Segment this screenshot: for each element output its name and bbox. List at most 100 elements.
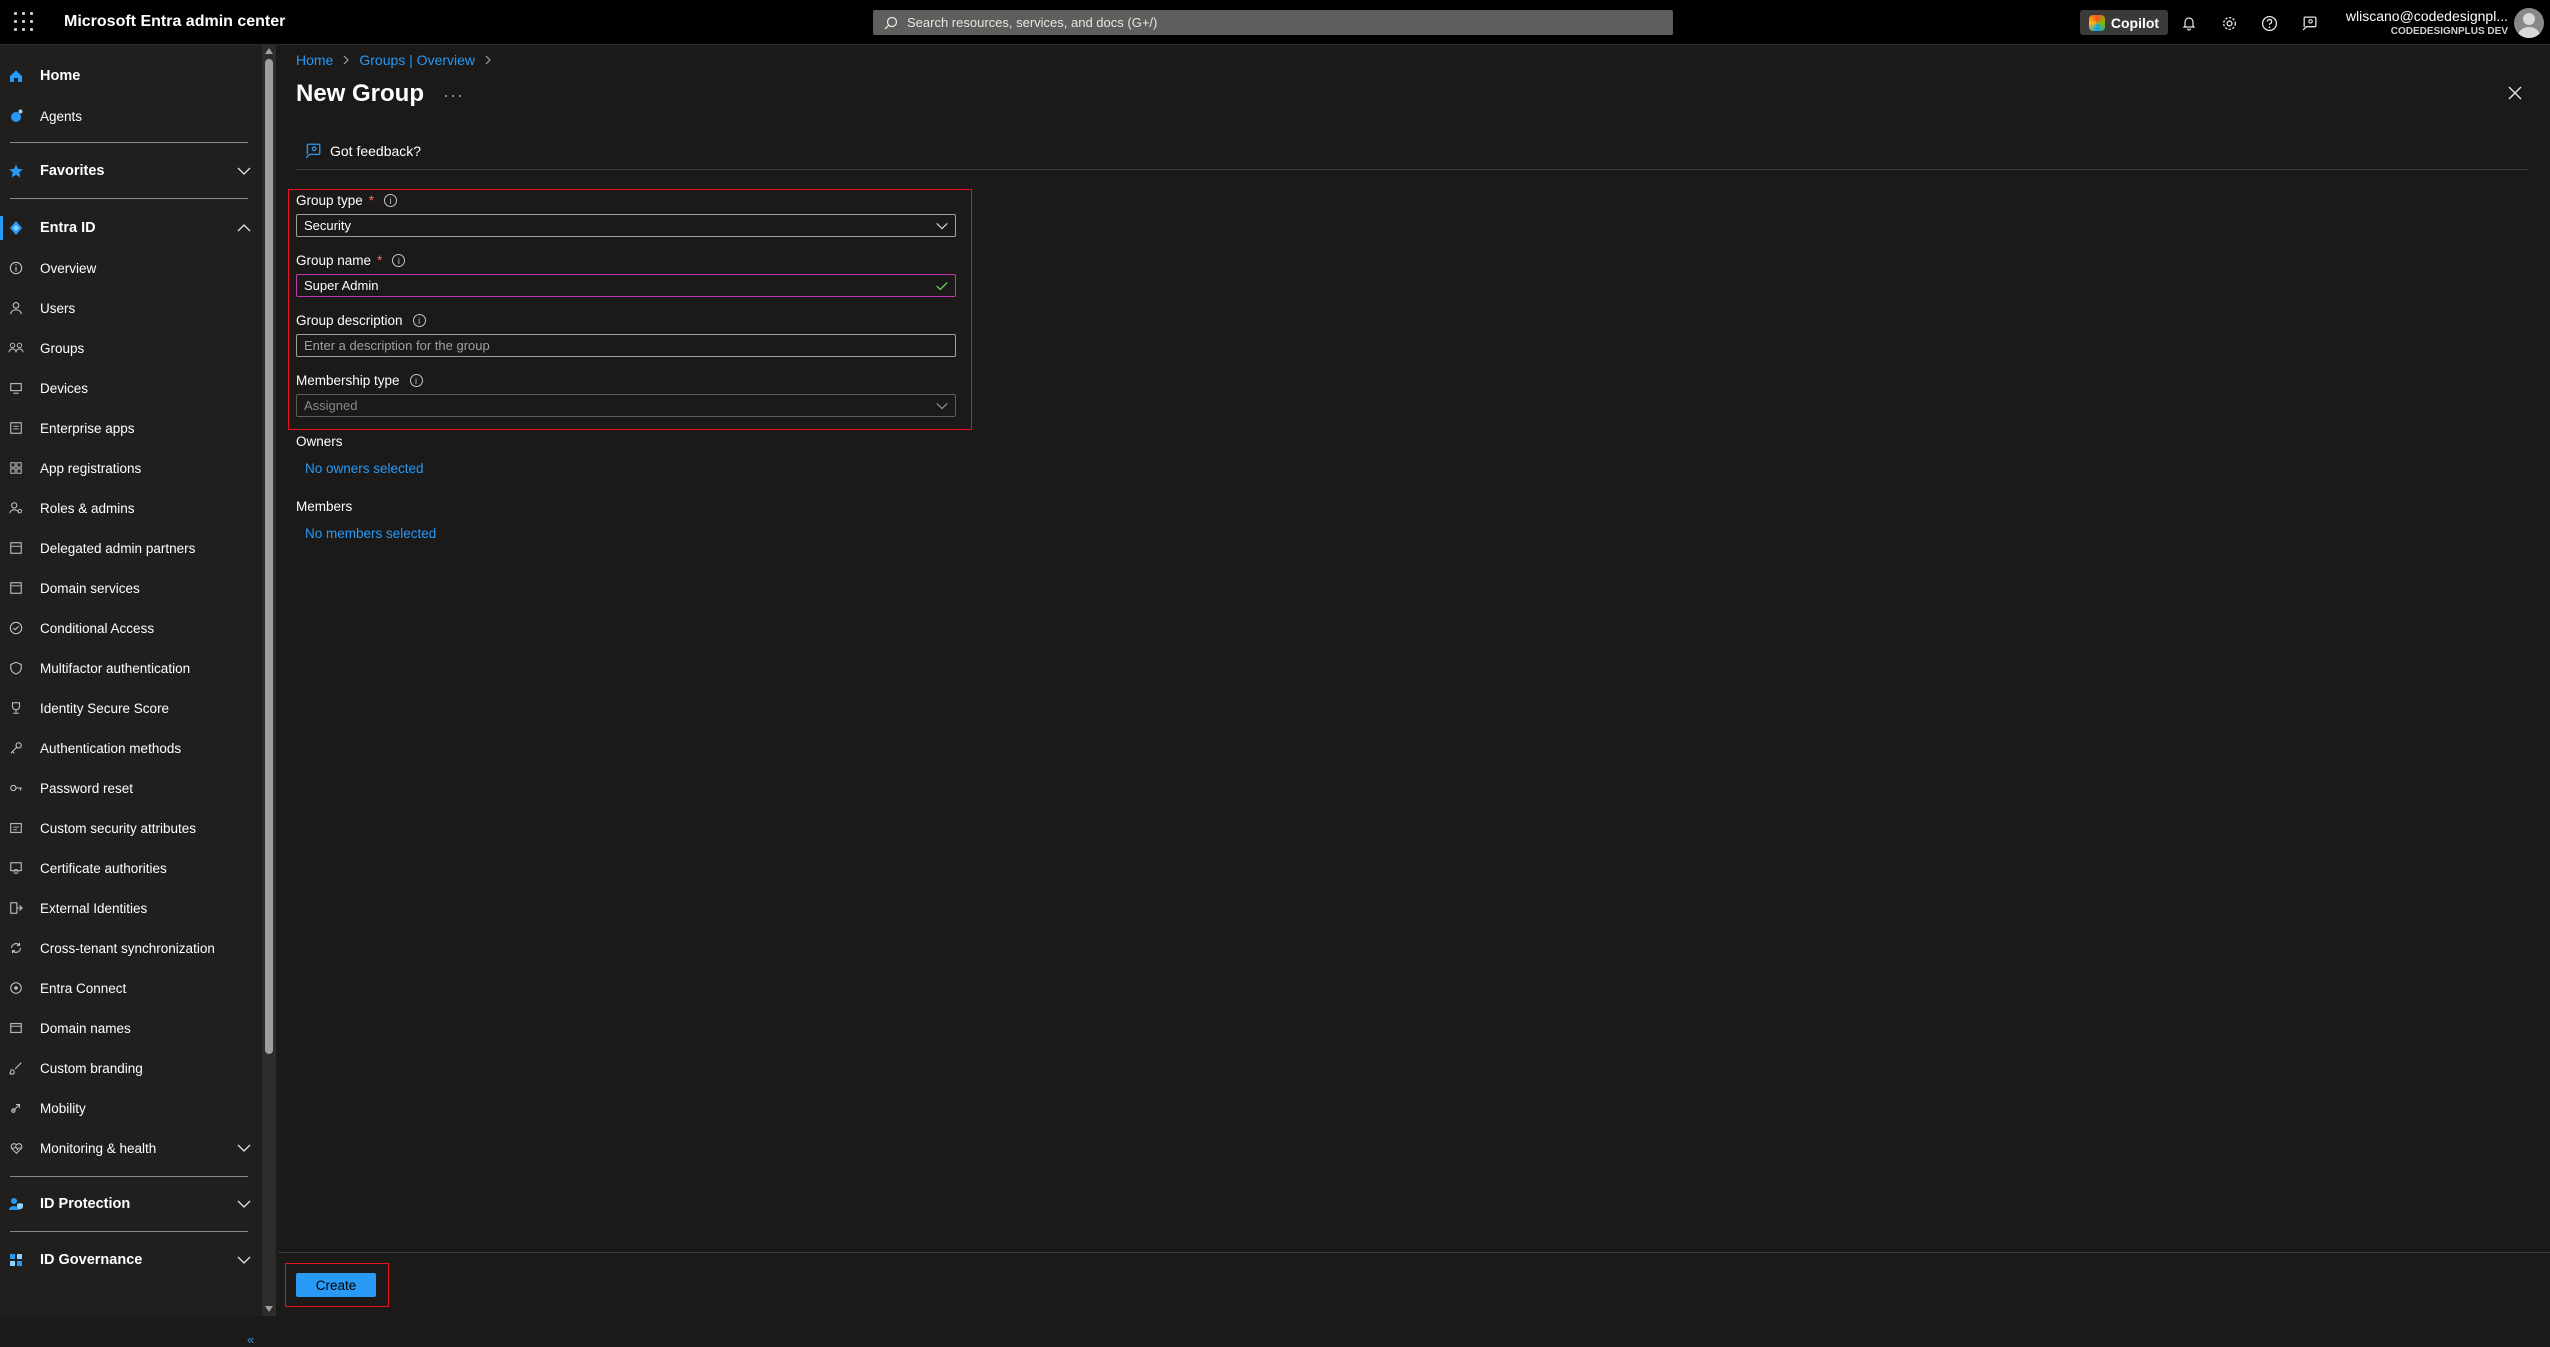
chevron-down-icon — [936, 222, 948, 230]
scrollbar-thumb[interactable] — [265, 59, 273, 1054]
sidebar-item-agents[interactable]: Agents — [0, 98, 262, 134]
sidebar-item-devices[interactable]: Devices — [0, 370, 262, 406]
chevron-up-icon — [237, 224, 251, 232]
sidebar-item-custom-branding[interactable]: Custom branding — [0, 1050, 262, 1086]
members-link[interactable]: No members selected — [305, 526, 436, 541]
header-divider — [296, 169, 2528, 170]
sidebar-item-custom-security-attributes[interactable]: Custom security attributes — [0, 810, 262, 846]
group-type-select[interactable]: Security — [296, 214, 956, 237]
info-icon[interactable]: i — [384, 194, 398, 207]
info-icon[interactable]: i — [412, 314, 426, 327]
sidebar-item-label: Multifactor authentication — [40, 660, 191, 676]
chevron-down-icon — [237, 1144, 251, 1152]
info-icon[interactable]: i — [409, 374, 423, 387]
group-description-label: Group description i — [296, 313, 426, 328]
got-feedback-button[interactable]: Got feedback? — [304, 142, 421, 160]
notifications-icon[interactable] — [2178, 12, 2200, 34]
sidebar-item-entra-id[interactable]: Entra ID — [0, 210, 262, 246]
app-title[interactable]: Microsoft Entra admin center — [64, 13, 285, 31]
app-launcher-icon[interactable] — [14, 12, 34, 32]
group-description-input[interactable]: Enter a description for the group — [296, 334, 956, 357]
settings-gear-icon[interactable] — [2218, 12, 2240, 34]
sidebar-item-label: Cross-tenant synchronization — [40, 940, 215, 956]
sidebar-item-domain-services[interactable]: Domain services — [0, 570, 262, 606]
close-icon[interactable] — [2505, 83, 2525, 103]
group-name-input[interactable]: Super Admin — [296, 274, 956, 297]
sidebar-item-monitoring-health[interactable]: Monitoring & health — [0, 1130, 262, 1166]
sidebar-item-users[interactable]: Users — [0, 290, 262, 326]
scroll-down-arrow-icon[interactable] — [265, 1306, 273, 1312]
shield-icon — [7, 659, 25, 677]
collapse-sidebar-button[interactable]: « — [247, 1332, 254, 1347]
more-options-button[interactable]: ··· — [443, 85, 464, 106]
owners-link[interactable]: No owners selected — [305, 461, 424, 476]
sidebar-item-label: Favorites — [40, 163, 105, 179]
group-type-value: Security — [304, 218, 351, 233]
feedback-icon[interactable] — [2298, 12, 2320, 34]
sidebar-divider — [10, 1231, 248, 1232]
avatar[interactable] — [2514, 8, 2544, 38]
sidebar-item-identity-secure-score[interactable]: Identity Secure Score — [0, 690, 262, 726]
breadcrumb: Home Groups | Overview — [296, 52, 493, 68]
group-type-label-text: Group type — [296, 193, 363, 208]
sidebar-item-home[interactable]: Home — [0, 58, 262, 94]
account-menu[interactable]: wliscano@codedesignpl... CODEDESIGNPLUS … — [2346, 8, 2508, 37]
user-name: wliscano@codedesignpl... — [2345, 8, 2508, 24]
sidebar-item-id-governance[interactable]: ID Governance — [0, 1242, 262, 1278]
footer-divider — [278, 1252, 2550, 1253]
sidebar-item-delegated-admin-partners[interactable]: Delegated admin partners — [0, 530, 262, 566]
id-protection-icon — [7, 1195, 25, 1213]
sidebar-item-label: Custom branding — [40, 1060, 143, 1076]
sidebar-item-password-reset[interactable]: Password reset — [0, 770, 262, 806]
sidebar-item-label: Overview — [40, 260, 97, 276]
sidebar-item-label: Groups — [40, 340, 85, 356]
copilot-label: Copilot — [2110, 14, 2160, 31]
help-icon[interactable] — [2258, 12, 2280, 34]
membership-type-label: Membership type i — [296, 373, 423, 388]
breadcrumb-home-link[interactable]: Home — [296, 52, 333, 68]
chevron-down-icon — [936, 402, 948, 410]
sidebar-item-external-identities[interactable]: External Identities — [0, 890, 262, 926]
sidebar-item-certificate-authorities[interactable]: Certificate authorities — [0, 850, 262, 886]
sidebar-item-roles-admins[interactable]: Roles & admins — [0, 490, 262, 526]
required-marker: * — [377, 253, 383, 268]
sidebar-scrollbar[interactable] — [262, 45, 276, 1316]
global-search-input[interactable]: Search resources, services, and docs (G+… — [873, 10, 1673, 35]
chevron-right-icon — [343, 55, 350, 65]
sidebar-item-enterprise-apps[interactable]: Enterprise apps — [0, 410, 262, 446]
group-description-label-text: Group description — [296, 313, 403, 328]
grid-icon — [7, 459, 25, 477]
sidebar-item-multifactor-authentication[interactable]: Multifactor authentication — [0, 650, 262, 686]
copilot-button[interactable]: Copilot — [2080, 10, 2168, 35]
trophy-icon — [7, 699, 25, 717]
sidebar-item-entra-connect[interactable]: Entra Connect — [0, 970, 262, 1006]
sidebar-item-cross-tenant-synchronization[interactable]: Cross-tenant synchronization — [0, 930, 262, 966]
sidebar-item-label: ID Governance — [40, 1252, 143, 1268]
sidebar-item-app-registrations[interactable]: App registrations — [0, 450, 262, 486]
main-content: Home Groups | Overview New Group ··· Got… — [278, 45, 2550, 1316]
sidebar-item-favorites[interactable]: Favorites — [0, 153, 262, 189]
sidebar-item-id-protection[interactable]: ID Protection — [0, 1186, 262, 1222]
sidebar-item-groups[interactable]: Groups — [0, 330, 262, 366]
membership-type-select[interactable]: Assigned — [296, 394, 956, 417]
create-button[interactable]: Create — [296, 1273, 376, 1297]
id-governance-icon — [7, 1251, 25, 1269]
owners-label: Owners — [296, 434, 343, 449]
partners-icon — [7, 539, 25, 557]
group-description-placeholder: Enter a description for the group — [304, 338, 490, 353]
sidebar-divider — [10, 1176, 248, 1177]
sidebar-item-authentication-methods[interactable]: Authentication methods — [0, 730, 262, 766]
info-icon[interactable]: i — [392, 254, 406, 267]
roles-icon — [7, 499, 25, 517]
sidebar-item-domain-names[interactable]: Domain names — [0, 1010, 262, 1046]
sidebar-item-label: Agents — [40, 108, 83, 124]
sidebar-item-mobility[interactable]: Mobility — [0, 1090, 262, 1126]
sidebar-item-label: Domain services — [40, 580, 140, 596]
connect-icon — [7, 979, 25, 997]
sidebar-item-conditional-access[interactable]: Conditional Access — [0, 610, 262, 646]
breadcrumb-groups-link[interactable]: Groups | Overview — [359, 52, 475, 68]
chevron-down-icon — [237, 1256, 251, 1264]
sidebar-item-overview[interactable]: Overview — [0, 250, 262, 286]
sidebar-item-label: Enterprise apps — [40, 420, 135, 436]
scroll-up-arrow-icon[interactable] — [265, 48, 273, 54]
